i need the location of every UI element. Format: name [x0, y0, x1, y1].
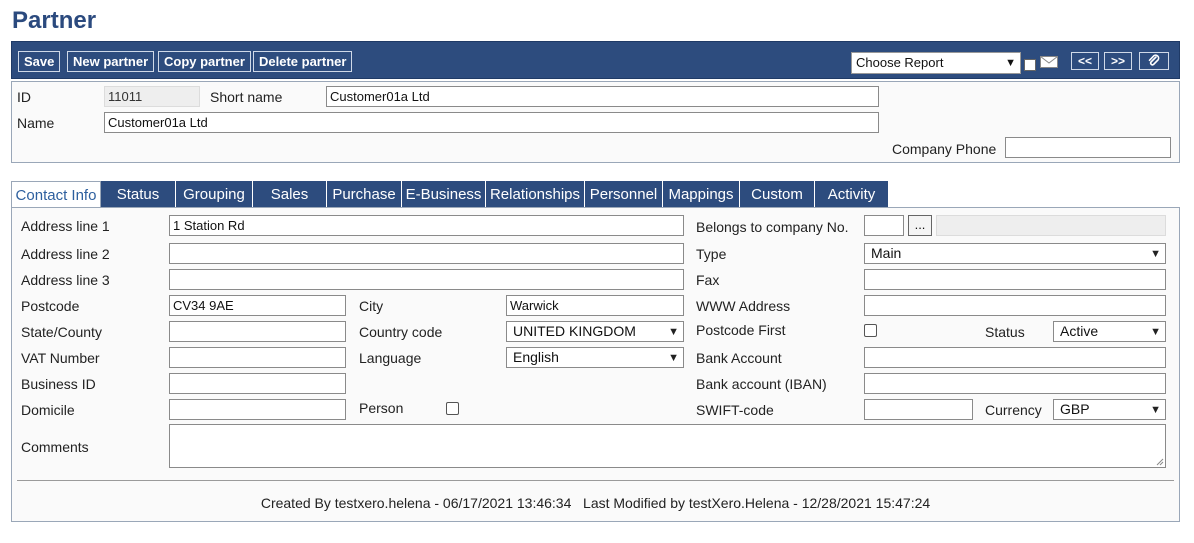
- address-line-1-label: Address line 1: [21, 218, 110, 234]
- id-field: 11011: [104, 86, 200, 107]
- short-name-label: Short name: [210, 89, 283, 105]
- type-label: Type: [696, 246, 727, 262]
- paperclip-icon: [1148, 54, 1160, 66]
- comments-textarea[interactable]: [169, 424, 1166, 468]
- postcode-field[interactable]: CV34 9AE: [169, 295, 346, 316]
- person-checkbox[interactable]: [446, 402, 459, 415]
- header-panel: ID 11011 Short name Customer01a Ltd Name…: [11, 81, 1180, 163]
- postcode-label: Postcode: [21, 298, 80, 314]
- business-id-label: Business ID: [21, 376, 96, 392]
- chevron-down-icon: ▼: [1150, 404, 1161, 416]
- company-phone-label: Company Phone: [892, 141, 997, 157]
- tab-mappings[interactable]: Mappings: [663, 181, 740, 208]
- tab-status[interactable]: Status: [101, 181, 176, 208]
- chevron-down-icon: ▼: [1005, 57, 1016, 69]
- short-name-field[interactable]: Customer01a Ltd: [326, 86, 879, 107]
- company-phone-field[interactable]: [1005, 137, 1171, 158]
- fax-field[interactable]: [864, 269, 1166, 290]
- tab-grouping[interactable]: Grouping: [176, 181, 253, 208]
- www-address-field[interactable]: [864, 295, 1166, 316]
- currency-select[interactable]: GBP ▼: [1053, 399, 1166, 420]
- tab-personnel[interactable]: Personnel: [585, 181, 663, 208]
- address-line-1-field[interactable]: 1 Station Rd: [169, 215, 684, 236]
- state-county-field[interactable]: [169, 321, 346, 342]
- state-county-label: State/County: [21, 324, 102, 340]
- name-label: Name: [17, 115, 55, 131]
- report-select-value: Choose Report: [856, 55, 944, 70]
- tab-e-business[interactable]: E-Business: [402, 181, 486, 208]
- previous-record-button[interactable]: <<: [1071, 52, 1099, 70]
- tab-custom[interactable]: Custom: [740, 181, 815, 208]
- city-field[interactable]: Warwick: [506, 295, 684, 316]
- address-line-2-label: Address line 2: [21, 246, 110, 262]
- language-value: English: [513, 349, 559, 365]
- country-code-select[interactable]: UNITED KINGDOM ▼: [506, 321, 684, 342]
- status-value: Active: [1060, 323, 1099, 339]
- comments-label: Comments: [21, 439, 89, 455]
- address-line-2-field[interactable]: [169, 243, 684, 264]
- audit-info: Created By testxero.helena - 06/17/2021 …: [260, 495, 931, 511]
- attachment-button[interactable]: [1139, 52, 1169, 70]
- language-label: Language: [359, 350, 422, 366]
- toolbar: Save New partner Copy partner Delete par…: [11, 41, 1180, 79]
- fax-label: Fax: [696, 272, 720, 288]
- address-line-3-label: Address line 3: [21, 272, 110, 288]
- iban-field[interactable]: [864, 373, 1166, 394]
- belongs-to-company-label: Belongs to company No.: [696, 219, 849, 235]
- id-label: ID: [17, 89, 31, 105]
- status-select[interactable]: Active ▼: [1053, 321, 1166, 342]
- page-title: Partner: [12, 7, 97, 34]
- contact-info-panel: Address line 1 1 Station Rd Address line…: [11, 207, 1180, 522]
- mail-icon[interactable]: [1040, 56, 1058, 68]
- www-address-label: WWW Address: [696, 298, 791, 314]
- status-label: Status: [985, 324, 1025, 340]
- delete-partner-button[interactable]: Delete partner: [253, 51, 353, 72]
- name-field[interactable]: Customer01a Ltd: [104, 112, 879, 133]
- domicile-field[interactable]: [169, 399, 346, 420]
- postcode-first-checkbox[interactable]: [864, 324, 877, 337]
- domicile-label: Domicile: [21, 402, 75, 418]
- currency-label: Currency: [985, 402, 1042, 418]
- country-code-label: Country code: [359, 324, 443, 340]
- chevron-down-icon: ▼: [1150, 326, 1161, 338]
- tab-relationships[interactable]: Relationships: [486, 181, 585, 208]
- bank-account-field[interactable]: [864, 347, 1166, 368]
- postcode-first-label: Postcode First: [696, 322, 786, 338]
- email-checkbox[interactable]: [1024, 59, 1036, 71]
- company-name-display: [936, 215, 1166, 236]
- tab-activity[interactable]: Activity: [815, 181, 889, 208]
- iban-label: Bank account (IBAN): [696, 376, 827, 392]
- currency-value: GBP: [1060, 401, 1090, 417]
- type-select[interactable]: Main ▼: [864, 243, 1166, 264]
- vat-number-field[interactable]: [169, 347, 346, 368]
- city-label: City: [359, 298, 384, 314]
- belongs-to-company-field[interactable]: [864, 215, 904, 236]
- copy-partner-button[interactable]: Copy partner: [158, 51, 251, 72]
- tab-sales[interactable]: Sales: [253, 181, 327, 208]
- vat-number-label: VAT Number: [21, 350, 100, 366]
- resize-grip-icon[interactable]: [1156, 458, 1164, 466]
- bank-account-label: Bank Account: [696, 350, 782, 366]
- tab-purchase[interactable]: Purchase: [327, 181, 402, 208]
- swift-code-label: SWIFT-code: [696, 402, 774, 418]
- chevron-down-icon: ▼: [668, 352, 679, 364]
- save-button[interactable]: Save: [18, 51, 61, 72]
- report-select[interactable]: Choose Report ▼: [851, 52, 1021, 74]
- address-line-3-field[interactable]: [169, 269, 684, 290]
- type-value: Main: [871, 245, 902, 261]
- chevron-down-icon: ▼: [1150, 248, 1161, 260]
- new-partner-button[interactable]: New partner: [67, 51, 155, 72]
- swift-code-field[interactable]: [864, 399, 973, 420]
- chevron-down-icon: ▼: [668, 326, 679, 338]
- person-label: Person: [359, 400, 404, 416]
- business-id-field[interactable]: [169, 373, 346, 394]
- tab-contact-info[interactable]: Contact Info: [11, 181, 101, 208]
- country-code-value: UNITED KINGDOM: [513, 323, 636, 339]
- language-select[interactable]: English ▼: [506, 347, 684, 368]
- company-lookup-button[interactable]: ...: [908, 215, 932, 236]
- next-record-button[interactable]: >>: [1104, 52, 1132, 70]
- footer-divider: [17, 480, 1174, 481]
